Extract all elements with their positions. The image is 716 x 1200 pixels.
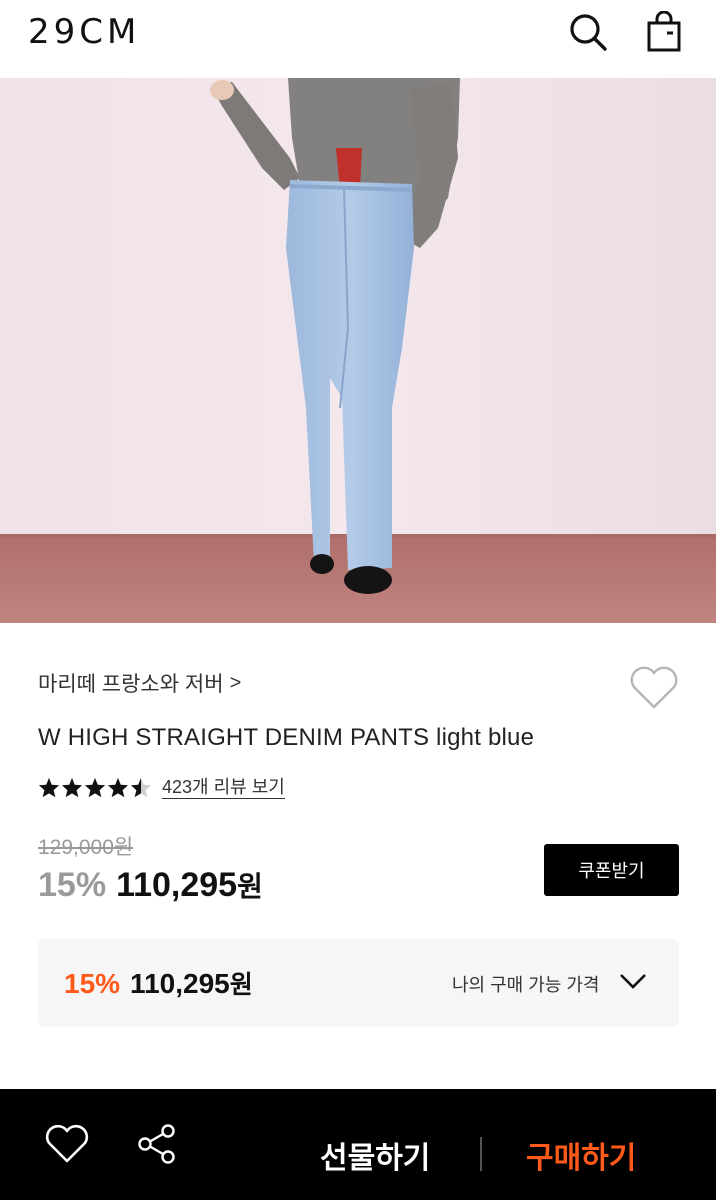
star-half-icon xyxy=(130,777,152,798)
product-info: 마리떼 프랑소와 저버 > W HIGH STRAIGHT DENIM PANT… xyxy=(0,623,716,1088)
price-row: 15% 110,295원 xyxy=(38,865,263,905)
currency-won: 원 xyxy=(229,971,253,999)
wishlist-button[interactable] xyxy=(628,663,680,711)
sale-price: 110,295원 xyxy=(116,865,263,905)
shopping-bag-icon xyxy=(647,11,681,52)
bottom-action-bar: 선물하기 구매하기 xyxy=(0,1089,716,1200)
buy-button[interactable]: 구매하기 xyxy=(526,1133,636,1177)
star-rating xyxy=(38,777,152,798)
search-icon xyxy=(570,14,607,51)
my-price-value: 15% 110,295원 xyxy=(64,965,253,1001)
share-button[interactable] xyxy=(135,1122,179,1166)
share-icon xyxy=(138,1124,175,1164)
brand-name: 마리떼 프랑소와 저버 xyxy=(38,673,224,696)
star-icon xyxy=(61,777,83,798)
product-image[interactable] xyxy=(0,78,716,623)
heart-icon xyxy=(45,1124,89,1163)
shopping-bag-button[interactable] xyxy=(642,10,686,54)
currency-won: 원 xyxy=(237,871,263,902)
discount-rate: 15% xyxy=(38,866,107,904)
star-icon xyxy=(84,777,106,798)
chevron-right-icon: > xyxy=(229,671,242,694)
product-photo xyxy=(0,78,716,623)
my-price-amount: 110,295원 xyxy=(130,965,253,1001)
review-link[interactable]: 423개 리뷰 보기 xyxy=(162,776,285,799)
wishlist-bottom-button[interactable] xyxy=(44,1123,90,1165)
divider xyxy=(480,1137,482,1171)
chevron-down-icon xyxy=(620,974,646,989)
gift-button[interactable]: 선물하기 xyxy=(320,1133,430,1177)
app-header: 29CM xyxy=(0,0,716,78)
original-price: 129,000원 xyxy=(38,836,134,859)
my-price-box[interactable]: 15% 110,295원 나의 구매 가능 가격 xyxy=(38,939,679,1027)
product-title: W HIGH STRAIGHT DENIM PANTS light blue xyxy=(38,724,535,751)
star-icon xyxy=(107,777,129,798)
heart-icon xyxy=(630,666,678,709)
my-price-discount: 15% xyxy=(64,968,121,999)
brand-link[interactable]: 마리떼 프랑소와 저버 > xyxy=(38,668,241,698)
star-icon xyxy=(38,777,60,798)
search-button[interactable] xyxy=(566,10,610,54)
coupon-button[interactable]: 쿠폰받기 xyxy=(544,844,679,896)
logo[interactable]: 29CM xyxy=(28,12,140,52)
my-price-number: 110,295 xyxy=(130,968,230,999)
sale-price-amount: 110,295 xyxy=(116,866,238,904)
rating-row: 423개 리뷰 보기 xyxy=(38,776,285,799)
my-price-label: 나의 구매 가능 가격 xyxy=(452,975,600,995)
